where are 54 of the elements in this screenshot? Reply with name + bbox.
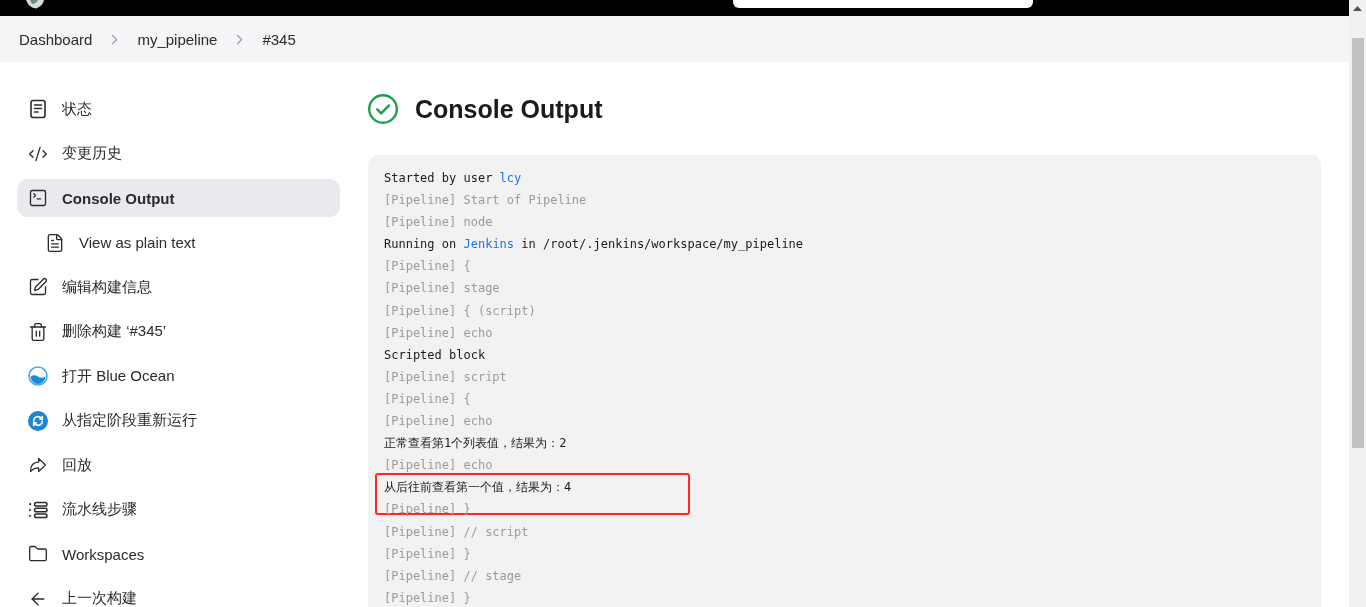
sidebar-item[interactable]: 编辑构建信息 — [17, 268, 340, 306]
console-line: [Pipeline] echo — [384, 457, 494, 475]
breadcrumb-link[interactable]: Dashboard — [19, 30, 93, 48]
terminal-icon — [28, 188, 48, 208]
page-title: Console Output — [415, 94, 603, 125]
console-line: [Pipeline] script — [384, 368, 508, 386]
wave-circle-icon — [28, 366, 48, 386]
sidebar-item[interactable]: 从指定阶段重新运行 — [17, 401, 340, 440]
sidebar-item[interactable]: 流水线步骤 — [17, 490, 340, 529]
sidebar-item[interactable]: View as plain text — [17, 223, 340, 262]
scrollbar[interactable] — [1349, 0, 1366, 607]
console-line: Scripted block — [384, 346, 487, 364]
console-line: [Pipeline] { — [384, 258, 472, 276]
console-link[interactable]: Jenkins — [463, 237, 515, 252]
sidebar-item[interactable]: Console Output — [17, 179, 340, 217]
document-icon — [28, 99, 48, 119]
sidebar-item[interactable]: 状态 — [17, 90, 340, 128]
console-line: Started by user lcy — [384, 170, 523, 187]
logo-icon[interactable] — [24, 0, 46, 9]
scrollbar-thumb[interactable] — [1351, 38, 1364, 448]
console-line: [Pipeline] // script — [384, 523, 530, 541]
console-line: [Pipeline] node — [384, 214, 494, 232]
console-line: [Pipeline] stage — [384, 280, 501, 298]
edit-icon — [28, 277, 48, 297]
scroll-up-arrow-icon[interactable] — [1353, 6, 1362, 11]
breadcrumb-link[interactable]: #345 — [262, 30, 296, 48]
console-line: 从后往前查看第一个值，结果为：4 — [384, 479, 573, 497]
redo-arrow-icon — [28, 455, 48, 475]
console-line: [Pipeline] { (script) — [384, 302, 537, 320]
list-icon — [28, 499, 48, 520]
refresh-icon — [28, 410, 48, 431]
file-icon — [45, 232, 65, 253]
breadcrumb-link[interactable]: my_pipeline — [137, 30, 218, 48]
sidebar-item[interactable]: 删除构建 ‘#345’ — [17, 312, 340, 351]
console-line: [Pipeline] { — [384, 390, 472, 408]
console-line: 正常查看第1个列表值，结果为：2 — [384, 435, 568, 453]
console-line: [Pipeline] echo — [384, 413, 494, 431]
console-line: [Pipeline] // stage — [384, 567, 523, 585]
sidebar-item[interactable]: Workspaces — [17, 535, 340, 573]
console-line: Running on Jenkins in /root/.jenkins/workspace/my_pipeline — [384, 236, 805, 254]
sidebar-item[interactable]: 回放 — [17, 446, 340, 484]
search-field[interactable] — [733, 0, 1033, 8]
console-line: [Pipeline] } — [384, 545, 472, 563]
console-line: [Pipeline] } — [384, 589, 472, 607]
sidebar-item[interactable]: 打开 Blue Ocean — [17, 357, 340, 395]
console-line: [Pipeline] Start of Pipeline — [384, 192, 588, 210]
console-line: [Pipeline] echo — [384, 324, 494, 342]
console-line: [Pipeline] } — [384, 501, 472, 519]
folder-icon — [28, 544, 48, 564]
console-link[interactable]: lcy — [499, 171, 522, 185]
trash-icon — [28, 321, 48, 342]
sidebar-item[interactable]: 变更历史 — [17, 134, 340, 173]
check-circle-icon — [368, 94, 398, 124]
sidebar-item[interactable]: 上一次构建 — [17, 579, 340, 607]
